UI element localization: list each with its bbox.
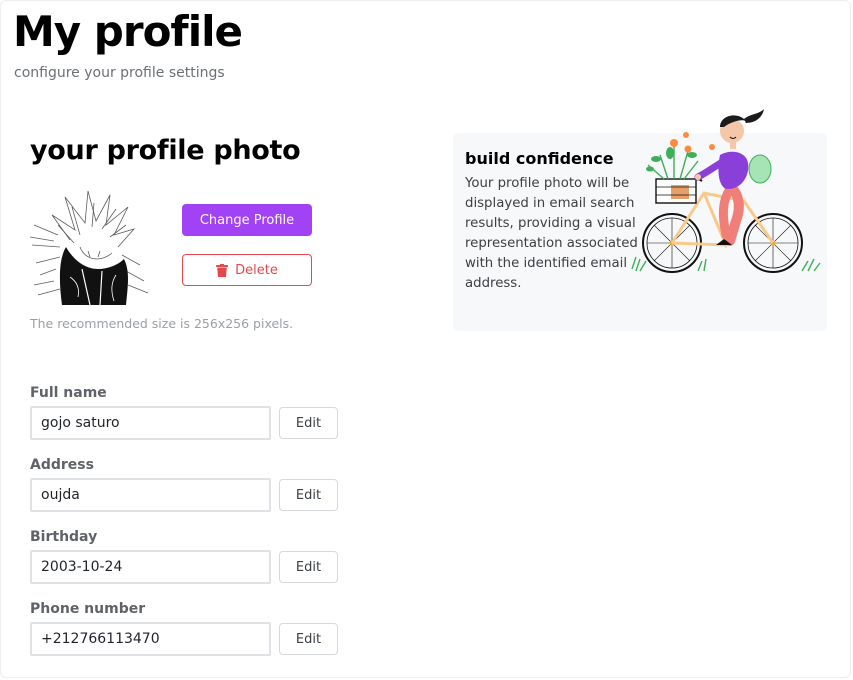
page-subtitle: configure your profile settings bbox=[14, 65, 225, 81]
edit-address-button[interactable]: Edit bbox=[279, 479, 338, 511]
edit-full-name-button[interactable]: Edit bbox=[279, 407, 338, 439]
info-card-title: build confidence bbox=[465, 149, 614, 168]
delete-button-label: Delete bbox=[235, 262, 278, 278]
photo-section-title: your profile photo bbox=[30, 135, 301, 166]
phone-number-input[interactable] bbox=[30, 622, 271, 656]
edit-phone-number-button[interactable]: Edit bbox=[279, 623, 338, 655]
birthday-label: Birthday bbox=[30, 529, 98, 545]
profile-avatar bbox=[30, 185, 150, 305]
phone-number-label: Phone number bbox=[30, 601, 146, 617]
birthday-input[interactable] bbox=[30, 550, 271, 584]
cyclist-illustration bbox=[631, 109, 821, 273]
address-input[interactable] bbox=[30, 478, 271, 512]
full-name-input[interactable] bbox=[30, 406, 271, 440]
info-card-text: Your profile photo will be displayed in … bbox=[465, 176, 638, 291]
profile-settings-page: My profile configure your profile settin… bbox=[0, 0, 851, 678]
avatar-manga-sketch bbox=[30, 185, 150, 305]
photo-size-hint: The recommended size is 256x256 pixels. bbox=[30, 316, 294, 331]
trash-icon bbox=[216, 263, 229, 277]
delete-photo-button[interactable]: Delete bbox=[182, 254, 312, 286]
address-label: Address bbox=[30, 457, 94, 473]
edit-birthday-button[interactable]: Edit bbox=[279, 551, 338, 583]
full-name-label: Full name bbox=[30, 385, 107, 401]
page-title: My profile bbox=[13, 7, 243, 56]
change-profile-button[interactable]: Change Profile bbox=[182, 204, 312, 236]
